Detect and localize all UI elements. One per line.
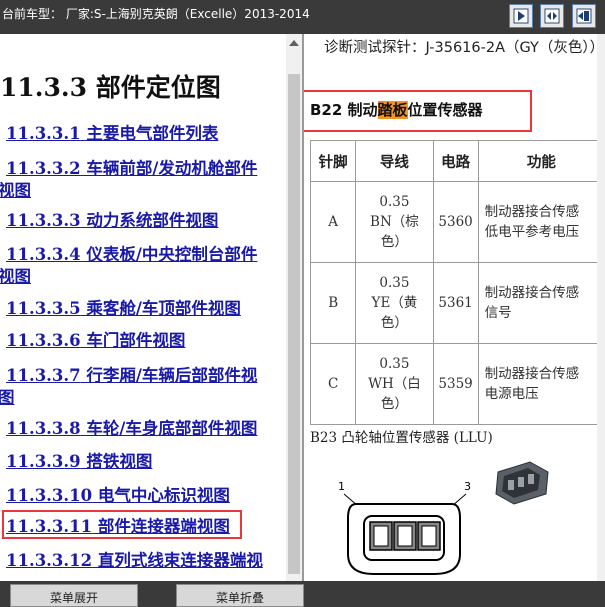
pin-table: 针脚 导线 电路 功能 A 0.35 BN（棕色） 5360 制动器接合传感 低电平… (309, 140, 605, 425)
section-heading: 11.3.3 部件定位图 (0, 68, 221, 104)
window-title: 台前车型： 厂家:S-上海别克英朗（Excelle）2013-2014 (2, 7, 310, 21)
function-cell: 制动器接合传感 信号 (477, 262, 605, 344)
toc-link-11-3-3-5[interactable]: 11.3.3.5 乘客舱/车顶部件视图 (6, 298, 241, 320)
toc-link-11-3-3-2[interactable]: 11.3.3.2 车辆前部/发动机舱部件 视图 (0, 158, 257, 202)
pin-cell: C (309, 343, 357, 425)
b23-heading: B23 凸轮轴位置传感器 (LLU) (310, 430, 493, 446)
next-page-icon (513, 8, 529, 24)
content-scrollbar[interactable] (597, 34, 605, 581)
function-cell: 制动器接合传感 低电平参考电压 (477, 181, 605, 263)
selected-link-highlight (2, 510, 242, 539)
wire-cell: 0.35 BN（棕色） (355, 181, 434, 263)
probe-info: 诊断测试探针：J-35616-2A（GY（灰色）） (324, 40, 605, 56)
wire-cell: 0.35 YE（黄色） (355, 262, 434, 344)
toc-link-11-3-3-9[interactable]: 11.3.3.9 搭铁视图 (6, 451, 152, 473)
table-row: A 0.35 BN（棕色） 5360 制动器接合传感 低电平参考电压 (309, 181, 605, 263)
toc-scrollbar[interactable] (286, 34, 302, 581)
split-view-icon (544, 8, 560, 24)
pin-3-label: 3 (464, 480, 471, 493)
circuit-cell: 5361 (432, 262, 479, 344)
toc-link-11-3-3-4[interactable]: 11.3.3.4 仪表板/中央控制台部件 视图 (0, 244, 257, 288)
section-number: 11.3.3 (0, 73, 87, 102)
next-page-button[interactable] (509, 4, 533, 28)
pin-1-label: 1 (338, 480, 345, 493)
toc-link-11-3-3-1[interactable]: 11.3.3.1 主要电气部件列表 (6, 123, 218, 145)
function-cell: 制动器接合传感 电源电压 (477, 343, 605, 425)
bottom-bar: 菜单展开 菜单折叠 (0, 581, 605, 607)
table-row: B 0.35 YE（黄色） 5361 制动器接合传感 信号 (309, 262, 605, 344)
b22-heading: B22 制动踏板位置传感器 (310, 101, 483, 119)
pin-c-slot (421, 525, 437, 547)
title-bar: 台前车型： 厂家:S-上海别克英朗（Excelle）2013-2014 (0, 0, 605, 34)
toc-link-11-3-3-8[interactable]: 11.3.3.8 车轮/车身底部部件视图 (6, 418, 257, 440)
menu-collapse-button[interactable]: 菜单折叠 (176, 584, 304, 607)
photo-pin-1 (508, 480, 514, 490)
content-pane: 诊断测试探针：J-35616-2A（GY（灰色）） B22 制动踏板位置传感器 … (302, 34, 605, 581)
pin-table-header: 针脚 导线 电路 功能 (309, 140, 605, 182)
table-row: C 0.35 WH（白色） 5359 制动器接合传感 电源电压 (309, 343, 605, 425)
photo-pin-2 (518, 477, 524, 487)
pin-b-slot (397, 525, 413, 547)
exit-button[interactable] (572, 4, 596, 28)
header-circuit: 电路 (432, 140, 479, 182)
circuit-cell: 5359 (432, 343, 479, 425)
search-highlight: 踏板 (377, 101, 408, 119)
toc-link-11-3-3-10[interactable]: 11.3.3.10 电气中心标识视图 (6, 485, 230, 507)
connector-photo (495, 461, 549, 505)
circuit-cell: 5360 (432, 181, 479, 263)
toc-link-11-3-3-3[interactable]: 11.3.3.3 动力系统部件视图 (6, 210, 218, 232)
wire-cell: 0.35 WH（白色） (355, 343, 434, 425)
header-wire: 导线 (355, 140, 434, 182)
menu-expand-button[interactable]: 菜单展开 (10, 584, 138, 607)
exit-icon (576, 8, 592, 24)
pin-a-slot (373, 525, 389, 547)
toc-pane: 11.3.3 部件定位图 11.3.3.1 主要电气部件列表 11.3.3.2 … (0, 34, 286, 581)
scroll-up-arrow-icon[interactable] (289, 40, 299, 46)
split-view-button[interactable] (540, 4, 564, 28)
scrollbar-thumb[interactable] (288, 74, 300, 574)
photo-pin-3 (528, 474, 534, 484)
header-function: 功能 (477, 140, 605, 182)
header-pin: 针脚 (309, 140, 357, 182)
pin-cell: A (309, 181, 357, 263)
toc-link-11-3-3-12[interactable]: 11.3.3.12 直列式线束连接器端视 (6, 550, 263, 572)
toc-link-11-3-3-7[interactable]: 11.3.3.7 行李厢/车辆后部部件视图 (0, 365, 257, 409)
section-title: 部件定位图 (87, 73, 221, 102)
connector-diagram: 1 3 (338, 480, 471, 575)
pin-cell: B (309, 262, 357, 344)
toc-link-11-3-3-6[interactable]: 11.3.3.6 车门部件视图 (6, 330, 185, 352)
